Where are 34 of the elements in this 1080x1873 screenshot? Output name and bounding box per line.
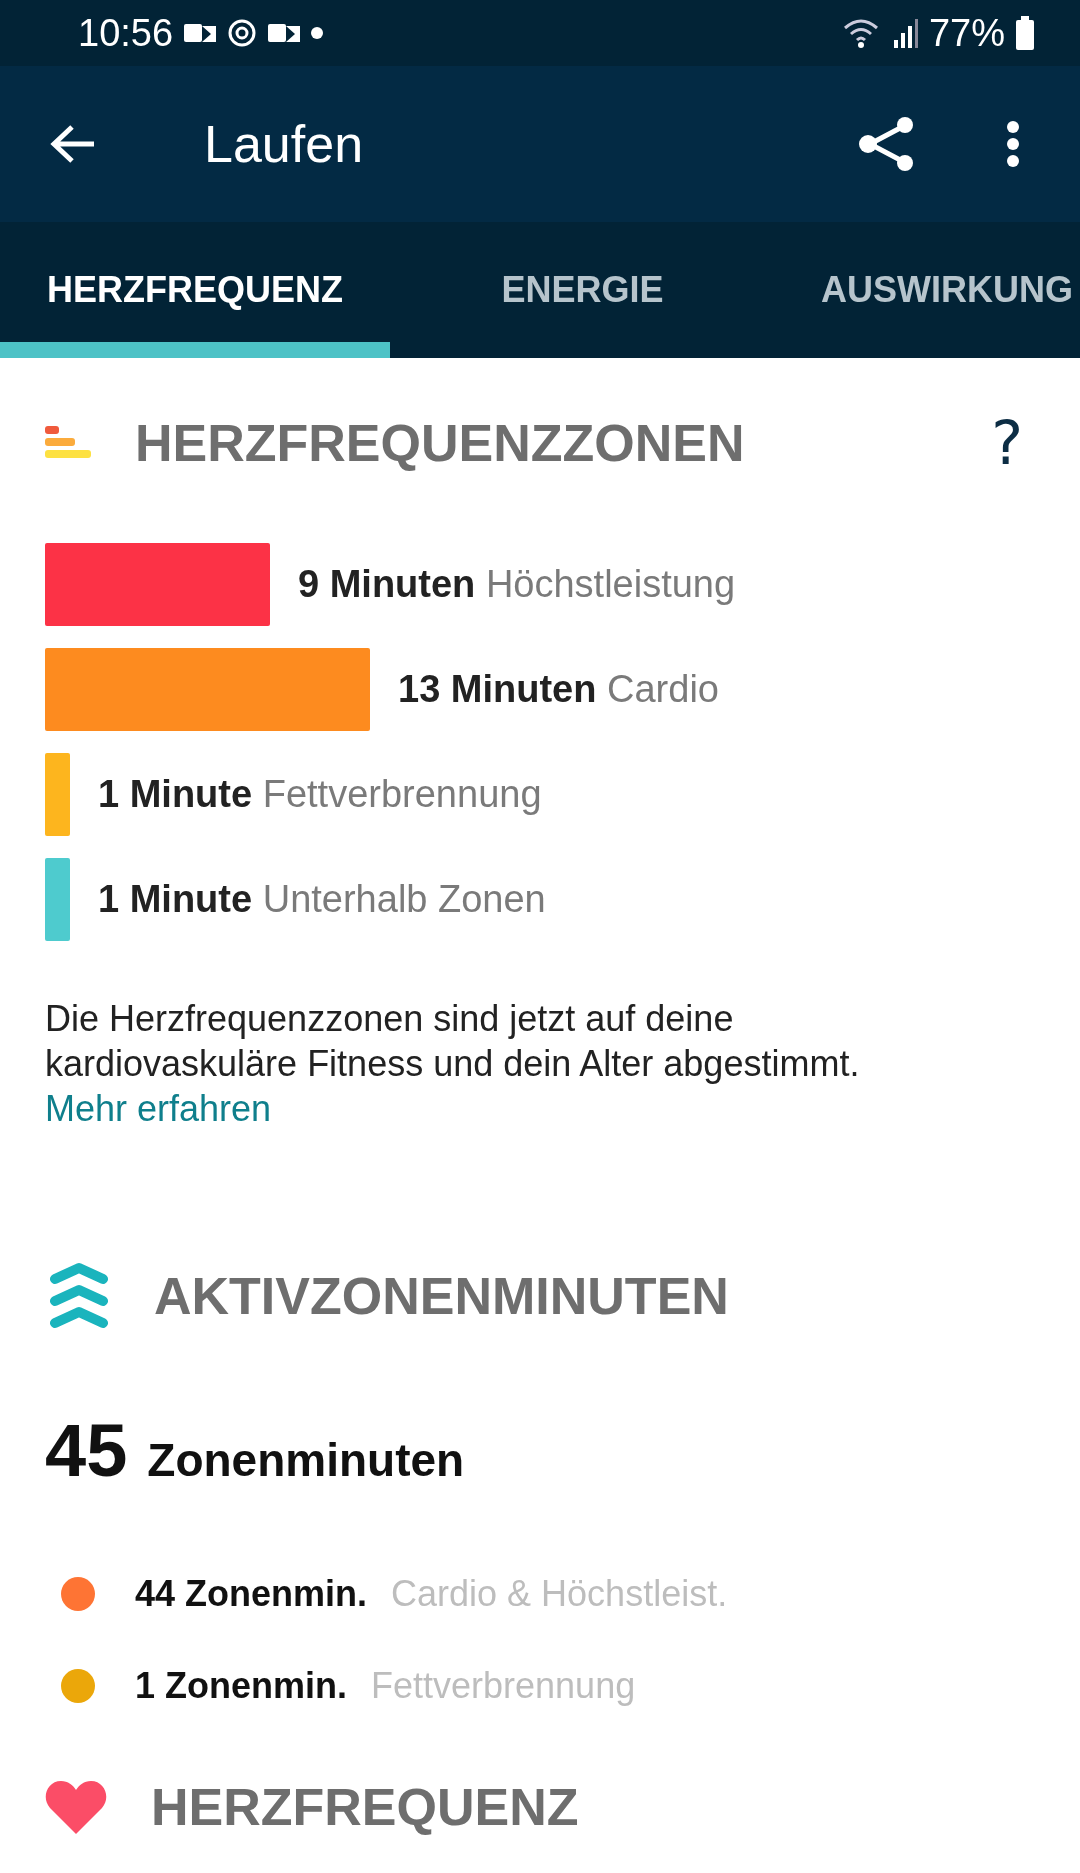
back-button[interactable] [50,124,96,164]
share-button[interactable] [856,116,916,172]
zone-minutes: 1 Zonenmin. [135,1665,347,1707]
help-button[interactable]: ? [991,408,1035,478]
heart-icon [45,1780,107,1834]
tab[interactable]: ENERGIE [390,222,775,358]
zone-label: 9 Minuten Höchstleistung [298,563,736,606]
zone-minutes: 44 Zonenmin. [135,1573,368,1615]
section-title: AKTIVZONENMINUTEN [154,1266,730,1326]
share-icon [856,116,916,172]
section-title: HERZFREQUENZZONEN [135,413,746,473]
zones-description: Die Herzfrequenzzonen sind jetzt auf deine kardiovaskuläre Fitness und dein Alter abgestimmt. [45,998,860,1084]
battery-percentage: 77% [928,11,1005,55]
total-unit: Zonenminuten [147,1433,465,1487]
more-options-icon [1006,120,1020,168]
battery-icon [1015,16,1035,50]
zone-label: 13 Minuten Cardio [398,668,719,711]
total-value: 45 [45,1408,128,1493]
screen-title: Laufen [204,114,365,174]
signal-icon [892,18,919,48]
zone-name: Fettverbrennung [371,1665,636,1707]
zones-icon [45,426,91,460]
zone-label: 1 Minute Fettverbrennung [98,773,542,816]
dot-icon [311,27,324,39]
chevrons-up-icon [50,1261,108,1331]
learn-more-link[interactable]: Mehr erfahren [45,1088,272,1129]
section-title: HERZFREQUENZ [151,1777,580,1837]
zone-name: Cardio & Höchstleist. [391,1573,728,1615]
zone-label: 1 Minute Unterhalb Zonen [98,878,546,921]
tab[interactable]: AUSWIRKUNG [775,222,1080,358]
back-arrow-icon [50,124,96,164]
tab[interactable]: HERZFREQUENZ [0,222,390,358]
clock: 10:56 [78,11,174,55]
more-options-button[interactable] [1006,120,1020,168]
